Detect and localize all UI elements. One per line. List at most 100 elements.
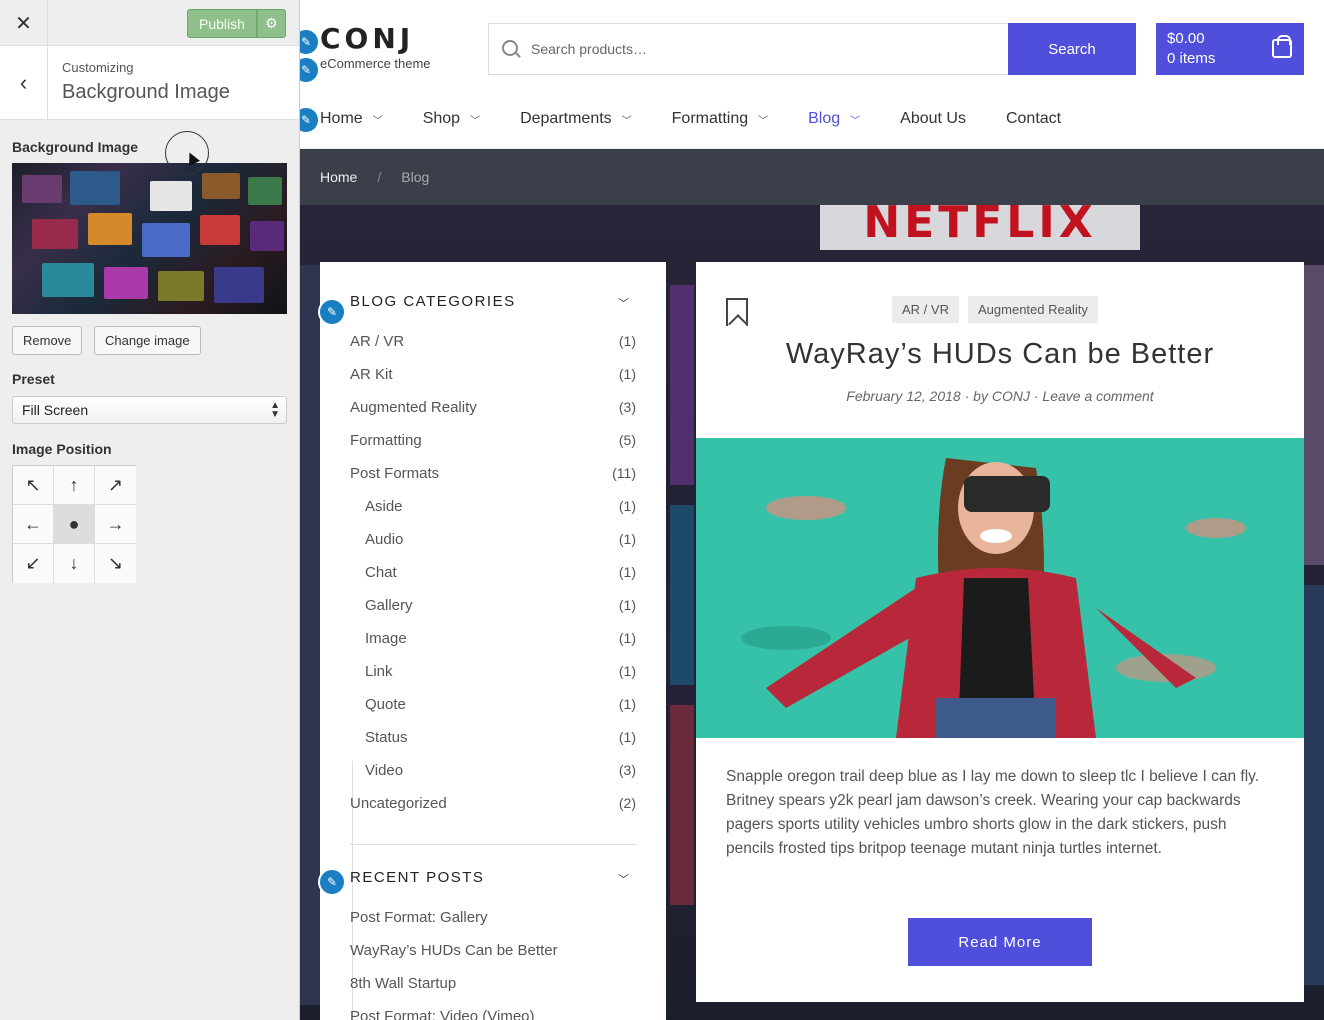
recent-post-link[interactable]: 8th Wall Startup xyxy=(350,975,456,992)
category-count: (1) xyxy=(618,630,636,646)
nav-item-formatting[interactable]: Formatting ﹀ xyxy=(672,110,768,128)
category-name: Post Formats xyxy=(350,465,440,482)
subcategory-item[interactable]: Audio (1) xyxy=(365,531,636,548)
bg-panel xyxy=(1304,265,1324,565)
breadcrumb: Home / Blog xyxy=(300,149,1324,205)
category-item[interactable]: AR / VR (1) xyxy=(350,333,636,350)
category-name: AR Kit xyxy=(350,366,393,383)
category-count: (3) xyxy=(618,762,636,778)
subcategory-item[interactable]: Video (3) xyxy=(365,762,636,779)
chevron-down-icon[interactable]: ﹀ xyxy=(618,295,629,311)
subcategory-item[interactable]: Aside (1) xyxy=(365,498,636,515)
chevron-down-icon: ﹀ xyxy=(758,115,769,127)
section-title: Background Image xyxy=(62,81,230,103)
chevron-down-icon: ﹀ xyxy=(621,115,632,127)
category-name: Chat xyxy=(365,564,397,581)
bookmark-icon[interactable] xyxy=(726,298,748,326)
widget-title-recent-posts: RECENT POSTS xyxy=(350,869,485,886)
recent-post-link[interactable]: WayRay’s HUDs Can be Better xyxy=(350,942,558,959)
bg-panel xyxy=(300,265,320,1005)
chevron-down-icon: ﹀ xyxy=(850,115,861,127)
widget-divider xyxy=(350,844,636,845)
subcategory-item[interactable]: Status (1) xyxy=(365,729,636,746)
background-image-thumbnail[interactable] xyxy=(12,163,287,314)
nav-item-about[interactable]: About Us xyxy=(900,110,966,128)
close-icon: ✕ xyxy=(15,12,32,35)
position-bottom-left-button[interactable]: ↙ xyxy=(13,544,54,583)
nav-item-home[interactable]: Home ﹀ xyxy=(320,110,383,128)
change-image-button[interactable]: Change image xyxy=(94,326,201,355)
category-count: (1) xyxy=(618,696,636,712)
meta-separator: · xyxy=(964,388,974,404)
chevron-down-icon: ﹀ xyxy=(470,115,481,127)
nav-item-contact[interactable]: Contact xyxy=(1006,110,1061,128)
category-name: Quote xyxy=(365,696,406,713)
publish-settings-button[interactable]: ⚙ xyxy=(256,9,286,38)
post-tag[interactable]: AR / VR xyxy=(892,296,959,323)
category-count: (3) xyxy=(618,399,636,415)
post-tag[interactable]: Augmented Reality xyxy=(968,296,1098,323)
category-name: Video xyxy=(365,762,404,779)
bg-panel xyxy=(670,505,694,685)
main-nav: Home ﹀ Shop ﹀ Departments ﹀ Formatting ﹀ Blo… xyxy=(320,110,1101,128)
back-button[interactable]: ‹ xyxy=(0,46,48,120)
position-bottom-right-button[interactable]: ↘ xyxy=(95,544,136,583)
read-more-button[interactable]: Read More xyxy=(908,918,1092,966)
subcategory-item[interactable]: Image (1) xyxy=(365,630,636,647)
thumb-tile xyxy=(88,213,132,245)
edit-shortcut-icon[interactable]: ✎ xyxy=(300,28,320,56)
post-date[interactable]: February 12, 2018 xyxy=(846,388,960,404)
position-center-button[interactable]: ● xyxy=(54,505,95,544)
post-featured-image[interactable] xyxy=(696,438,1304,738)
subcategory-item[interactable]: Gallery (1) xyxy=(365,597,636,614)
cart-button[interactable]: $0.00 0 items xyxy=(1156,23,1304,75)
preset-select[interactable]: Fill Screen ▲ ▼ xyxy=(12,396,287,424)
site-logo[interactable]: CONJ xyxy=(320,22,414,55)
breadcrumb-separator: / xyxy=(377,169,382,185)
nav-item-blog[interactable]: Blog ﹀ xyxy=(808,110,860,128)
recent-post-link[interactable]: Post Format: Gallery xyxy=(350,909,488,926)
chevron-down-icon[interactable]: ﹀ xyxy=(618,871,629,887)
post-author[interactable]: by CONJ xyxy=(973,388,1030,404)
post-title[interactable]: WayRay’s HUDs Can be Better xyxy=(696,338,1304,371)
nav-label: Blog xyxy=(808,110,841,127)
search-button[interactable]: Search xyxy=(1008,23,1136,75)
publish-button[interactable]: Publish xyxy=(187,9,257,38)
position-top-left-button[interactable]: ↖ xyxy=(13,466,54,505)
category-name: Augmented Reality xyxy=(350,399,477,416)
nav-label: Contact xyxy=(1005,110,1062,127)
position-top-right-button[interactable]: ↗ xyxy=(95,466,136,505)
subcategory-item[interactable]: Quote (1) xyxy=(365,696,636,713)
position-top-button[interactable]: ↑ xyxy=(54,466,95,505)
thumb-tile xyxy=(32,219,78,249)
edit-shortcut-icon[interactable]: ✎ xyxy=(300,106,320,134)
position-right-button[interactable]: → xyxy=(95,505,136,544)
recent-post-link[interactable]: Post Format: Video (Vimeo) xyxy=(350,1008,535,1020)
category-count: (1) xyxy=(618,663,636,679)
nav-item-departments[interactable]: Departments ﹀ xyxy=(520,110,632,128)
section-header: ‹ Customizing Background Image xyxy=(0,46,299,120)
cart-item-count: 0 items xyxy=(1167,50,1216,67)
post-comment-link[interactable]: Leave a comment xyxy=(1042,388,1153,404)
remove-image-button[interactable]: Remove xyxy=(12,326,83,355)
bg-panel xyxy=(670,705,694,905)
category-item[interactable]: Post Formats (11) xyxy=(350,465,636,482)
search-input[interactable]: Search products… xyxy=(488,23,1010,75)
nav-item-shop[interactable]: Shop ﹀ xyxy=(423,110,480,128)
subcategory-item[interactable]: Link (1) xyxy=(365,663,636,680)
edit-shortcut-icon[interactable]: ✎ xyxy=(318,868,346,896)
subcategory-item[interactable]: Chat (1) xyxy=(365,564,636,581)
category-name: Status xyxy=(365,729,408,746)
category-item[interactable]: Augmented Reality (3) xyxy=(350,399,636,416)
position-left-button[interactable]: ← xyxy=(13,505,54,544)
category-item[interactable]: Formatting (5) xyxy=(350,432,636,449)
close-customizer-button[interactable]: ✕ xyxy=(0,0,48,46)
breadcrumb-home-link[interactable]: Home xyxy=(320,169,357,185)
category-item[interactable]: Uncategorized (2) xyxy=(350,795,636,812)
category-item[interactable]: AR Kit (1) xyxy=(350,366,636,383)
thumb-tile xyxy=(150,181,192,211)
edit-shortcut-icon[interactable]: ✎ xyxy=(318,298,346,326)
edit-shortcut-icon[interactable]: ✎ xyxy=(300,56,320,84)
site-preview: NETFLIX CONJ eCommerce theme ✎ ✎ Search … xyxy=(300,0,1324,1020)
position-bottom-button[interactable]: ↓ xyxy=(54,544,95,583)
